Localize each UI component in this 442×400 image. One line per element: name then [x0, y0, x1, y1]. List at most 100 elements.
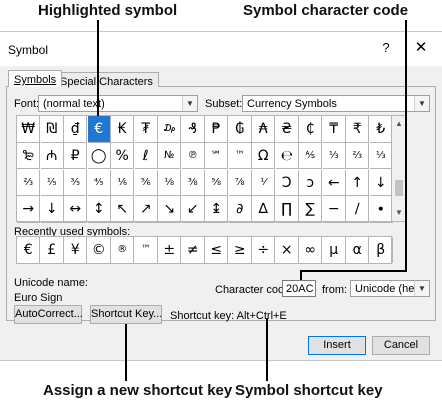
- recent-symbol-cell[interactable]: ∞: [299, 237, 323, 263]
- symbol-cell[interactable]: ↔: [64, 196, 88, 223]
- symbol-cell[interactable]: ⅜: [181, 169, 205, 196]
- close-button[interactable]: ✕: [412, 38, 430, 56]
- symbol-cell[interactable]: ℗: [181, 142, 205, 170]
- symbol-cell[interactable]: ↖: [111, 196, 135, 223]
- recent-symbol-cell[interactable]: ¥: [64, 237, 88, 263]
- from-dropdown[interactable]: Unicode (hex) ▼: [350, 280, 430, 297]
- symbol-cell[interactable]: ∆: [252, 196, 276, 223]
- recent-symbol-cell[interactable]: α: [346, 237, 370, 263]
- scroll-up-icon[interactable]: ▲: [392, 117, 406, 131]
- help-button[interactable]: ?: [378, 40, 394, 55]
- symbol-cell[interactable]: ⅓: [322, 142, 346, 170]
- recent-symbol-cell[interactable]: ÷: [252, 237, 276, 263]
- recent-symbols: € £ ¥ © ® ™ ± ≠ ≤ ≥ ÷ × ∞ µ α β: [16, 236, 393, 264]
- symbol-cell[interactable]: ₼: [40, 142, 64, 170]
- symbol-cell[interactable]: ₪: [40, 116, 64, 143]
- symbol-cell[interactable]: ℠: [205, 142, 229, 170]
- symbol-cell[interactable]: ∕: [346, 196, 370, 223]
- symbol-cell[interactable]: ₯: [158, 116, 182, 143]
- shortcut-key-button[interactable]: Shortcut Key...: [90, 305, 162, 324]
- recent-symbol-cell[interactable]: ®: [111, 237, 135, 263]
- symbol-cell[interactable]: ◯: [87, 142, 111, 170]
- symbol-cell[interactable]: ₹: [346, 116, 370, 143]
- symbol-cell[interactable]: €: [87, 116, 111, 143]
- recent-symbol-cell[interactable]: ©: [88, 237, 111, 263]
- symbol-cell[interactable]: ₲: [228, 116, 252, 143]
- symbol-cell[interactable]: ↓: [40, 196, 64, 223]
- recent-symbol-cell[interactable]: €: [17, 237, 41, 263]
- callout-assign-shortcut: Assign a new shortcut key: [43, 382, 233, 399]
- title-bar: Symbol ? ✕: [0, 32, 442, 66]
- symbol-cell[interactable]: Ω: [252, 142, 276, 170]
- symbol-cell[interactable]: ⅔: [17, 169, 41, 196]
- symbol-cell[interactable]: ⅔: [346, 142, 370, 170]
- symbol-cell[interactable]: ↨: [205, 196, 229, 223]
- symbol-cell[interactable]: ↕: [87, 196, 111, 223]
- symbol-cell[interactable]: ↙: [181, 196, 205, 223]
- symbol-cell[interactable]: ₸: [322, 116, 346, 143]
- font-dropdown[interactable]: (normal text) ▼: [38, 95, 198, 112]
- unicode-name-value: Euro Sign: [14, 292, 63, 304]
- symbol-cell[interactable]: ⅛: [158, 169, 182, 196]
- symbol-cell[interactable]: ⅝: [205, 169, 229, 196]
- symbol-cell[interactable]: ⅟: [252, 169, 276, 196]
- symbol-cell[interactable]: ↗: [134, 196, 158, 223]
- autocorrect-button[interactable]: AutoCorrect...: [14, 305, 83, 324]
- symbol-cell[interactable]: ∏: [275, 196, 299, 223]
- recent-symbol-cell[interactable]: £: [41, 237, 64, 263]
- symbol-cell[interactable]: ⅞: [228, 169, 252, 196]
- symbol-cell[interactable]: ℓ: [134, 142, 158, 170]
- recent-symbol-cell[interactable]: ≥: [229, 237, 252, 263]
- symbol-cell[interactable]: ₴: [275, 116, 299, 143]
- symbol-cell[interactable]: ↄ: [299, 169, 323, 196]
- symbol-cell[interactable]: ∙: [369, 196, 393, 223]
- subset-dropdown[interactable]: Currency Symbols ▼: [242, 95, 430, 112]
- symbol-cell[interactable]: ₳: [252, 116, 276, 143]
- recent-symbol-cell[interactable]: ≠: [182, 237, 205, 263]
- symbol-cell[interactable]: ₰: [181, 116, 205, 143]
- symbol-cell[interactable]: ⅓: [369, 142, 393, 170]
- symbol-cell[interactable]: ↓: [369, 169, 393, 196]
- symbol-cell[interactable]: →: [17, 196, 41, 223]
- symbol-cell[interactable]: ←: [322, 169, 346, 196]
- symbol-cell[interactable]: ₺: [369, 116, 393, 143]
- character-code-input[interactable]: 20AC: [282, 280, 316, 297]
- symbol-cell[interactable]: ⅙: [111, 169, 135, 196]
- symbol-cell[interactable]: ∂: [228, 196, 252, 223]
- symbol-cell[interactable]: −: [322, 196, 346, 223]
- symbol-cell[interactable]: ℮: [275, 142, 299, 170]
- symbol-cell[interactable]: ₫: [64, 116, 88, 143]
- symbol-cell[interactable]: ⅍: [299, 142, 323, 170]
- tab-special-characters[interactable]: Special Characters: [54, 72, 159, 88]
- symbol-cell[interactable]: %: [111, 142, 135, 170]
- chevron-down-icon: ▼: [414, 281, 429, 296]
- symbol-cell[interactable]: ⅕: [40, 169, 64, 196]
- recent-symbol-cell[interactable]: ×: [276, 237, 299, 263]
- symbol-cell[interactable]: ₻: [17, 142, 41, 170]
- recent-symbol-cell[interactable]: ™: [135, 237, 158, 263]
- symbol-cell[interactable]: ⅘: [87, 169, 111, 196]
- symbol-cell[interactable]: Ↄ: [275, 169, 299, 196]
- symbol-cell[interactable]: №: [158, 142, 182, 170]
- symbol-cell[interactable]: ₮: [134, 116, 158, 143]
- tab-symbols[interactable]: Symbols: [8, 70, 63, 87]
- symbol-cell[interactable]: ™: [228, 142, 252, 170]
- symbol-cell[interactable]: ₱: [205, 116, 229, 143]
- symbol-cell[interactable]: ↑: [346, 169, 370, 196]
- recent-symbol-cell[interactable]: β: [370, 237, 393, 263]
- insert-button[interactable]: Insert: [308, 336, 366, 355]
- symbol-cell[interactable]: ₽: [64, 142, 88, 170]
- recent-symbol-cell[interactable]: ≤: [205, 237, 229, 263]
- recent-symbol-cell[interactable]: ±: [158, 237, 182, 263]
- scroll-down-icon[interactable]: ▼: [392, 206, 406, 220]
- symbol-cell[interactable]: ₵: [299, 116, 323, 143]
- symbol-cell[interactable]: ₭: [111, 116, 135, 143]
- recent-symbol-cell[interactable]: µ: [323, 237, 346, 263]
- symbol-cell[interactable]: ⅚: [134, 169, 158, 196]
- scrollbar-thumb[interactable]: [395, 180, 403, 196]
- symbol-cell[interactable]: ⅗: [64, 169, 88, 196]
- symbol-cell[interactable]: ∑: [299, 196, 323, 223]
- symbol-cell[interactable]: ↘: [158, 196, 182, 223]
- symbol-cell[interactable]: ₩: [17, 116, 41, 143]
- cancel-button[interactable]: Cancel: [372, 336, 430, 355]
